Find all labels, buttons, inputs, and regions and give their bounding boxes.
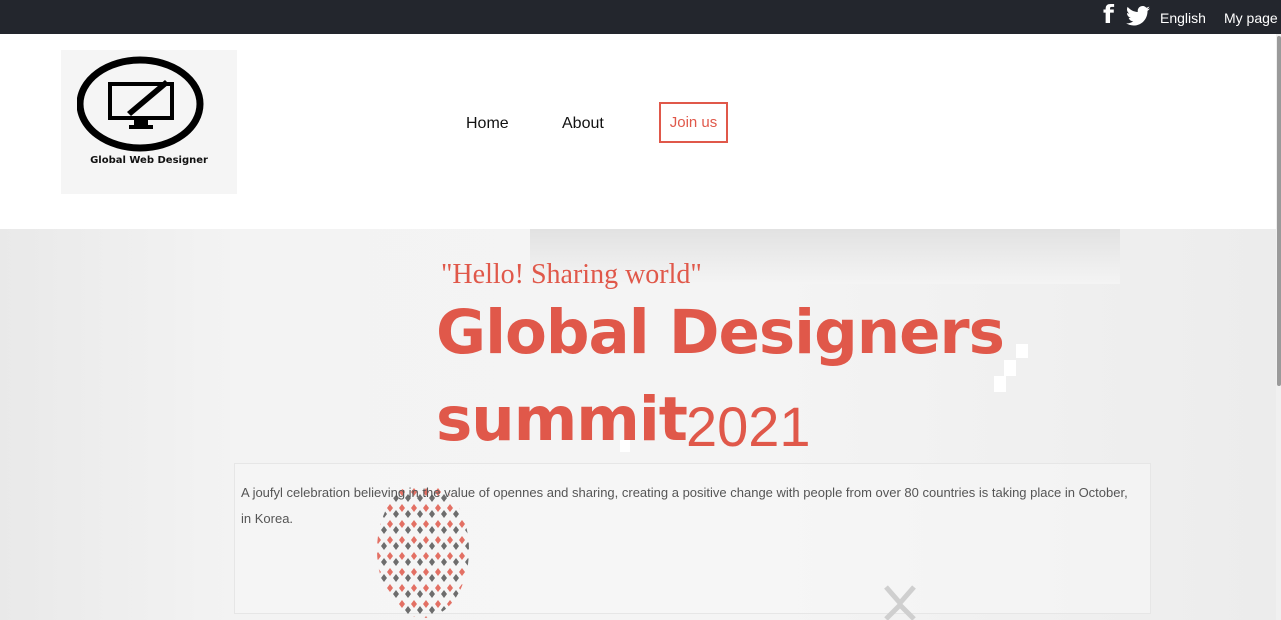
hero-title-year: 2021: [686, 395, 811, 458]
my-page-link[interactable]: My page: [1224, 10, 1278, 26]
scrollbar-thumb[interactable]: [1277, 36, 1281, 386]
decorative-pixel: [994, 376, 1006, 392]
hero-tagline: "Hello! Sharing world": [441, 259, 702, 290]
nav-home[interactable]: Home: [466, 115, 509, 133]
hero-title-line1: Global Designers: [436, 297, 1005, 368]
join-us-button[interactable]: Join us: [659, 102, 728, 143]
language-link[interactable]: English: [1160, 10, 1206, 26]
hero-description: A joufyl celebration believing in the va…: [241, 485, 1128, 526]
top-bar: [0, 0, 1281, 34]
decorative-cross-icon: [884, 585, 916, 620]
facebook-icon[interactable]: f: [1103, 2, 1114, 28]
decorative-pixel: [620, 440, 630, 452]
monitor-logo-icon: [77, 56, 204, 152]
nav-about[interactable]: About: [562, 115, 604, 133]
hero-title-line2: summit: [436, 384, 688, 455]
site-logo[interactable]: Global Web Designer: [61, 50, 237, 194]
decorative-pixel: [1016, 344, 1028, 358]
decorative-pixel: [1004, 360, 1016, 376]
twitter-icon[interactable]: [1125, 6, 1151, 26]
logo-text: Global Web Designer: [90, 155, 208, 166]
